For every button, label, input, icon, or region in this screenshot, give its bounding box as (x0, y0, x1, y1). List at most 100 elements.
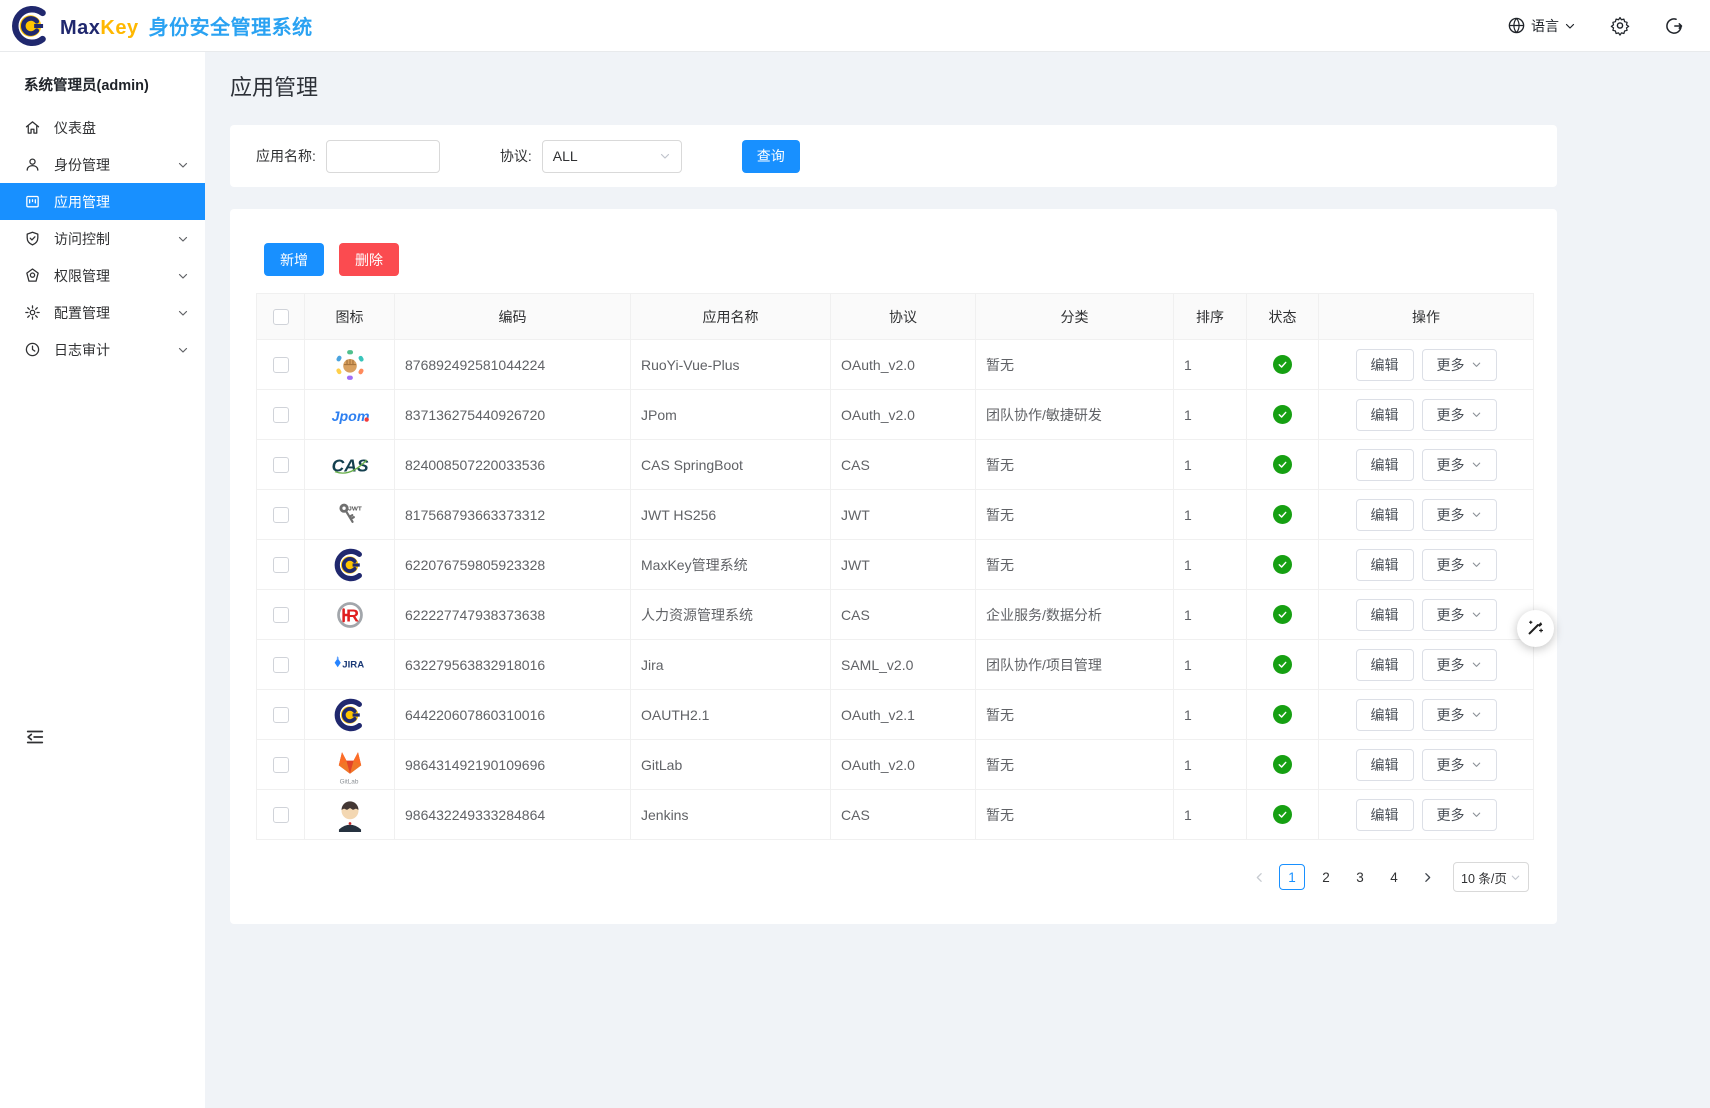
row-checkbox[interactable] (273, 457, 289, 473)
pagination-page-2[interactable]: 2 (1313, 864, 1339, 890)
page-size-select[interactable]: 10 条/页 (1453, 862, 1529, 892)
more-button[interactable]: 更多 (1422, 799, 1497, 831)
svg-text:GitLab: GitLab (339, 778, 358, 785)
column-header-icon: 图标 (305, 294, 395, 340)
chevron-down-icon (1471, 659, 1482, 670)
row-checkbox[interactable] (273, 757, 289, 773)
row-ops-cell: 编辑更多 (1319, 690, 1534, 740)
row-sort: 1 (1174, 340, 1247, 390)
chevron-down-icon (1471, 809, 1482, 820)
pagination-next-button[interactable] (1415, 863, 1439, 891)
row-category: 暂无 (976, 690, 1174, 740)
edit-button[interactable]: 编辑 (1356, 349, 1414, 381)
more-button[interactable]: 更多 (1422, 449, 1497, 481)
more-button[interactable]: 更多 (1422, 349, 1497, 381)
row-name: CAS SpringBoot (631, 440, 831, 490)
edit-button[interactable]: 编辑 (1356, 699, 1414, 731)
user-icon (24, 156, 41, 173)
sidebar-item-medal[interactable]: 权限管理 (0, 257, 205, 294)
row-icon-cell: CAS (305, 440, 395, 490)
row-checkbox[interactable] (273, 357, 289, 373)
row-sort: 1 (1174, 390, 1247, 440)
edit-button[interactable]: 编辑 (1356, 649, 1414, 681)
row-sort: 1 (1174, 790, 1247, 840)
sidebar-item-home[interactable]: 仪表盘 (0, 109, 205, 146)
table-toolbar: 新增 删除 (256, 243, 1531, 276)
jira-logo: JIRA (330, 644, 370, 686)
row-protocol: JWT (831, 490, 976, 540)
row-code: 632279563832918016 (395, 640, 631, 690)
chevron-down-icon (177, 270, 189, 282)
more-button[interactable]: 更多 (1422, 549, 1497, 581)
edit-button[interactable]: 编辑 (1356, 399, 1414, 431)
row-category: 暂无 (976, 440, 1174, 490)
edit-button[interactable]: 编辑 (1356, 449, 1414, 481)
floating-tool-button[interactable] (1517, 610, 1554, 647)
add-button[interactable]: 新增 (264, 243, 324, 276)
brand-key: Key (100, 17, 138, 40)
logout-button[interactable] (1664, 16, 1684, 36)
row-ops-cell: 编辑更多 (1319, 490, 1534, 540)
row-checkbox[interactable] (273, 507, 289, 523)
chevron-down-icon (1471, 559, 1482, 570)
more-button[interactable]: 更多 (1422, 499, 1497, 531)
maxkey-logo (330, 544, 370, 586)
pagination-page-4[interactable]: 4 (1381, 864, 1407, 890)
row-status-cell (1247, 740, 1319, 790)
pagination-page-3[interactable]: 3 (1347, 864, 1373, 890)
row-status-cell (1247, 640, 1319, 690)
delete-button[interactable]: 删除 (339, 243, 399, 276)
table-row: GitLab986431492190109696GitLabOAuth_v2.0… (257, 740, 1534, 790)
row-category: 团队协作/项目管理 (976, 640, 1174, 690)
edit-button[interactable]: 编辑 (1356, 549, 1414, 581)
pagination-prev-button[interactable] (1247, 863, 1271, 891)
row-sort: 1 (1174, 590, 1247, 640)
more-button[interactable]: 更多 (1422, 399, 1497, 431)
protocol-label: 协议: (500, 146, 532, 166)
language-label: 语言 (1531, 16, 1559, 36)
sidebar-item-apps[interactable]: 应用管理 (0, 183, 205, 220)
more-button[interactable]: 更多 (1422, 599, 1497, 631)
globe-icon (1506, 16, 1526, 36)
sidebar-item-label: 权限管理 (54, 266, 177, 286)
select-all-checkbox[interactable] (273, 309, 289, 325)
apps-table: 图标 编码 应用名称 协议 分类 排序 状态 操作 87689249258104… (256, 293, 1534, 840)
edit-button[interactable]: 编辑 (1356, 499, 1414, 531)
sidebar-item-clock[interactable]: 日志审计 (0, 331, 205, 368)
row-name: OAUTH2.1 (631, 690, 831, 740)
row-checkbox[interactable] (273, 807, 289, 823)
more-button[interactable]: 更多 (1422, 749, 1497, 781)
row-checkbox[interactable] (273, 407, 289, 423)
row-sort: 1 (1174, 740, 1247, 790)
edit-button[interactable]: 编辑 (1356, 799, 1414, 831)
language-switcher[interactable]: 语言 (1506, 16, 1576, 36)
row-icon-cell: R (305, 590, 395, 640)
row-checkbox[interactable] (273, 657, 289, 673)
app-name-input[interactable] (326, 140, 440, 173)
settings-gear-button[interactable] (1610, 16, 1630, 36)
magic-wand-icon (1526, 618, 1545, 640)
protocol-selected-value: ALL (553, 148, 578, 164)
chevron-down-icon (1564, 16, 1576, 36)
row-checkbox[interactable] (273, 557, 289, 573)
sidebar-item-gear[interactable]: 配置管理 (0, 294, 205, 331)
search-button[interactable]: 查询 (742, 140, 800, 173)
row-checkbox[interactable] (273, 707, 289, 723)
row-protocol: CAS (831, 440, 976, 490)
pagination-page-1[interactable]: 1 (1279, 864, 1305, 890)
chevron-down-icon (177, 233, 189, 245)
sidebar-item-label: 身份管理 (54, 155, 177, 175)
more-button[interactable]: 更多 (1422, 699, 1497, 731)
sidebar-item-shield[interactable]: 访问控制 (0, 220, 205, 257)
sidebar-collapse-button[interactable] (24, 726, 46, 748)
more-button[interactable]: 更多 (1422, 649, 1497, 681)
row-checkbox[interactable] (273, 607, 289, 623)
svg-text:JIRA: JIRA (342, 659, 364, 670)
sidebar-item-user[interactable]: 身份管理 (0, 146, 205, 183)
status-enabled-icon (1273, 505, 1292, 524)
chevron-down-icon (177, 344, 189, 356)
edit-button[interactable]: 编辑 (1356, 749, 1414, 781)
table-row: 644220607860310016OAUTH2.1OAuth_v2.1暂无1编… (257, 690, 1534, 740)
protocol-select[interactable]: ALL (542, 140, 682, 173)
edit-button[interactable]: 编辑 (1356, 599, 1414, 631)
